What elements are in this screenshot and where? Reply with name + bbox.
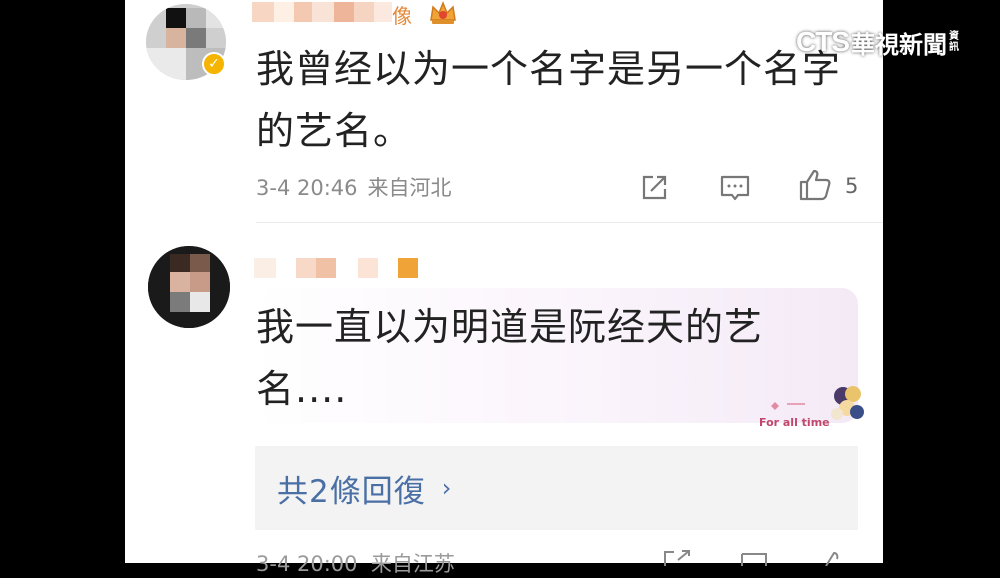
cts-watermark: CTS 華視新聞 資訊 bbox=[796, 22, 986, 62]
like-icon-partial[interactable] bbox=[816, 550, 844, 566]
comment1-date: 3-4 20:46 bbox=[256, 176, 358, 200]
username-blurred[interactable] bbox=[252, 2, 392, 22]
watermark-vertical: 資訊 bbox=[949, 31, 959, 53]
replies-button[interactable]: 共2條回復 › bbox=[255, 446, 858, 530]
sticker-text: For all time bbox=[759, 416, 830, 429]
share-icon[interactable] bbox=[640, 172, 670, 202]
username2-blurred[interactable] bbox=[254, 258, 418, 278]
comment-icon-partial[interactable] bbox=[740, 550, 768, 566]
replies-label: 共2條回復 bbox=[277, 473, 426, 510]
comment1-location: 来自河北 bbox=[367, 176, 452, 200]
watermark-chinese: 華視新聞 bbox=[851, 30, 947, 59]
divider bbox=[256, 222, 883, 223]
username-tail[interactable]: 像 bbox=[392, 0, 412, 29]
comment-icon[interactable] bbox=[720, 174, 750, 202]
comment3-meta: 3-4 20:00 来自江苏 bbox=[256, 548, 455, 578]
share-icon-partial[interactable] bbox=[662, 550, 690, 566]
watermark-latin: CTS bbox=[796, 26, 850, 57]
like-icon[interactable] bbox=[798, 168, 832, 202]
avatar-comment2[interactable] bbox=[148, 246, 230, 328]
comment1-text: 我曾经以为一个名字是另一个名字的艺名。 bbox=[256, 47, 842, 153]
comment3-date: 3-4 20:00 bbox=[256, 552, 358, 576]
crown-icon bbox=[430, 0, 456, 24]
comment1-meta: 3-4 20:46 来自河北 bbox=[256, 172, 452, 202]
comment3-location: 来自江苏 bbox=[370, 552, 455, 576]
like-count: 5 bbox=[845, 174, 859, 198]
verified-icon: ✓ bbox=[202, 52, 226, 76]
chevron-right-icon: › bbox=[441, 474, 452, 502]
